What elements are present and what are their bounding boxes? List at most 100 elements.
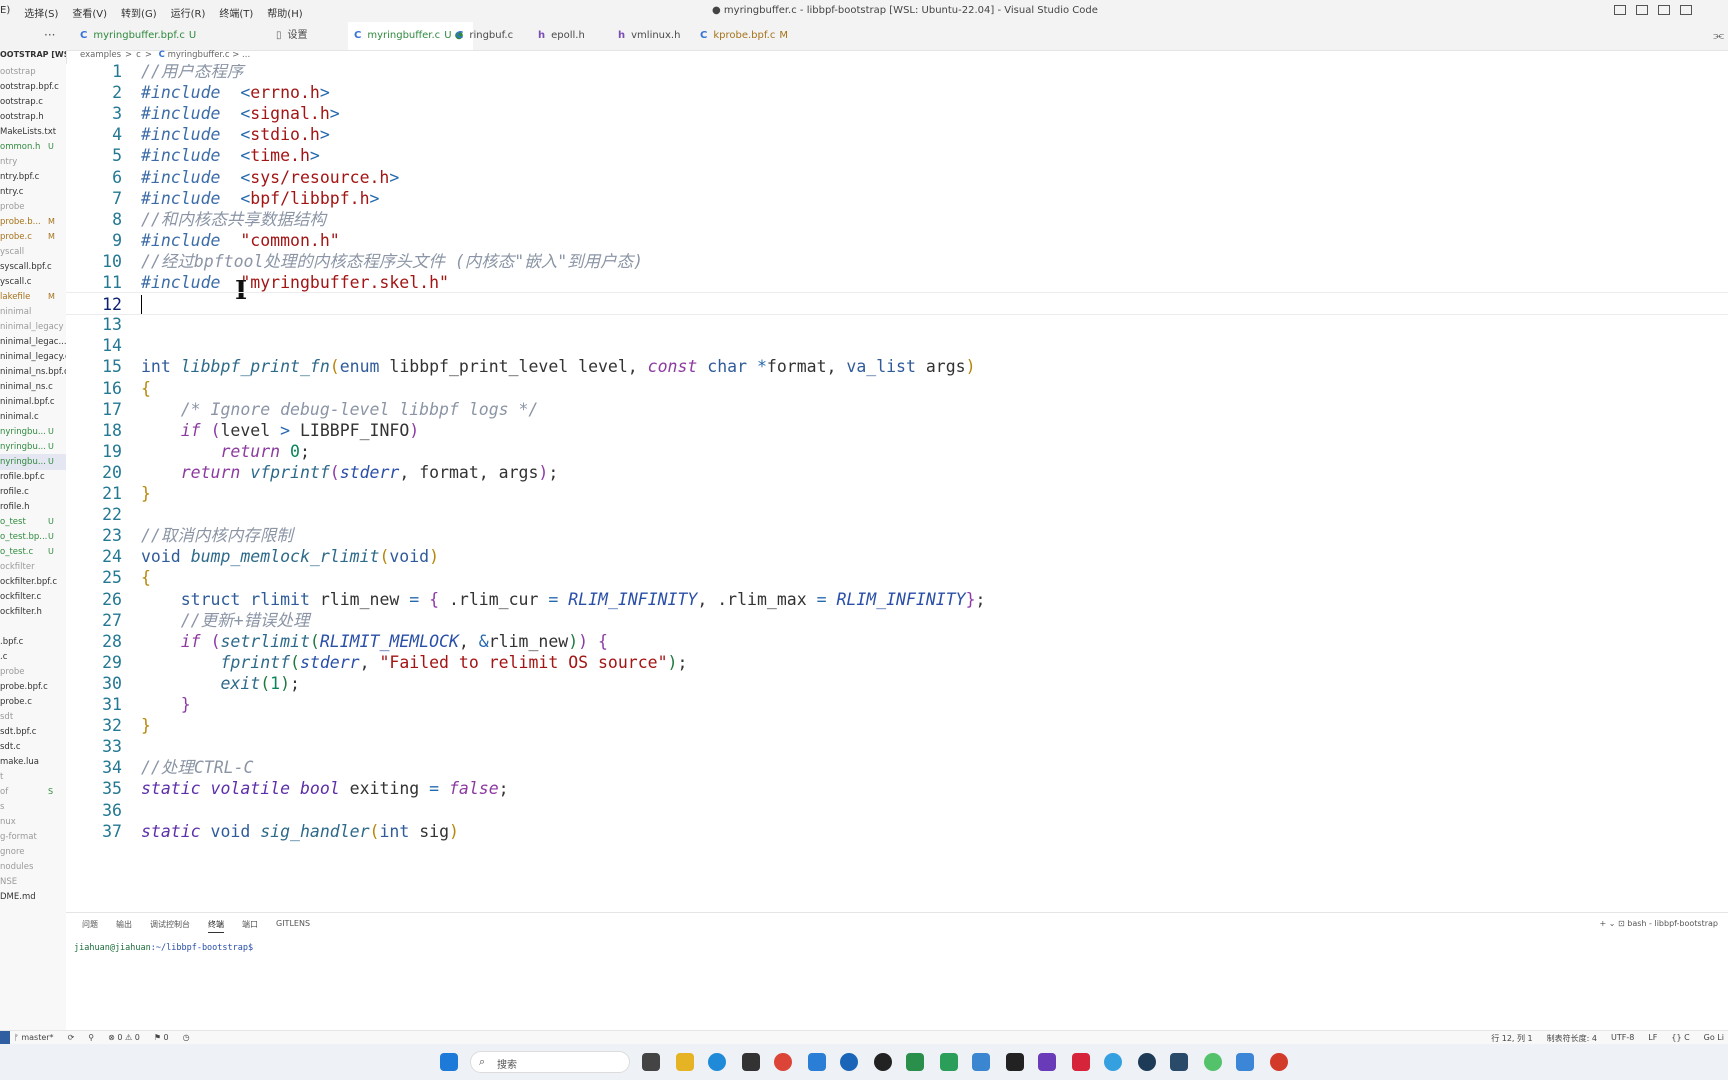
explorer-item[interactable]: g-format: [0, 829, 66, 845]
code-line[interactable]: 6 #include <sys/resource.h>: [66, 166, 1728, 189]
explorer-item[interactable]: sdt.c: [0, 739, 66, 755]
explorer-item[interactable]: ninimal: [0, 304, 66, 320]
code-line[interactable]: 5 #include <time.h>: [66, 144, 1728, 167]
explorer-item[interactable]: DME.md: [0, 889, 66, 905]
explorer-item[interactable]: lakefile M: [0, 289, 66, 305]
code-line[interactable]: 13: [66, 313, 1728, 336]
code-line[interactable]: 3 #include <signal.h>: [66, 102, 1728, 125]
code-editor[interactable]: I 1//用户态程序 2 #include <errno.h> 3 #include <…: [66, 64, 1728, 912]
explorer-item[interactable]: ockfilter.h: [0, 604, 66, 620]
explorer-item[interactable]: rofile.bpf.c: [0, 469, 66, 485]
menu-item[interactable]: 运行(R): [171, 5, 206, 20]
code-line[interactable]: 25 {: [66, 566, 1728, 589]
panel-tab[interactable]: 调试控制台: [150, 919, 190, 933]
mail-app-icon[interactable]: [1236, 1053, 1254, 1071]
explorer-item[interactable]: o_test.c U: [0, 544, 66, 560]
explorer-item[interactable]: ootstrap.bpf.c: [0, 79, 66, 95]
explorer-item[interactable]: yscall.c: [0, 274, 66, 290]
editor-tab[interactable]: Cringbuf.c: [450, 22, 527, 50]
status-item[interactable]: ◷: [183, 1033, 190, 1042]
more-actions-icon[interactable]: ···: [44, 28, 55, 42]
code-line[interactable]: 2 #include <errno.h>: [66, 81, 1728, 104]
remote-desktop-icon[interactable]: [1006, 1053, 1024, 1071]
code-line[interactable]: 22: [66, 503, 1728, 526]
vscode-icon[interactable]: [808, 1053, 826, 1071]
code-line[interactable]: 17 /* Ignore debug-level libbpf logs */: [66, 398, 1728, 421]
breadcrumb-part[interactable]: examples: [80, 50, 121, 60]
status-item[interactable]: Go Li: [1704, 1033, 1724, 1044]
explorer-item[interactable]: NSE: [0, 874, 66, 890]
status-item[interactable]: 制表符长度: 4: [1547, 1033, 1597, 1044]
status-item[interactable]: UTF-8: [1611, 1033, 1634, 1044]
code-line[interactable]: 21}: [66, 482, 1728, 505]
breadcrumb-part[interactable]: c: [136, 50, 141, 60]
explorer-item[interactable]: probe: [0, 664, 66, 680]
bird-app-icon[interactable]: [1104, 1053, 1122, 1071]
qq-icon[interactable]: [874, 1053, 892, 1071]
editor-tab[interactable]: ▯ 设置: [270, 22, 322, 50]
panel-tab[interactable]: 问题: [82, 919, 98, 933]
explorer-item[interactable]: MakeLists.txt: [0, 124, 66, 140]
app-arrow-icon[interactable]: [840, 1053, 858, 1071]
code-line[interactable]: 20 return vfprintf(stderr, format, args)…: [66, 461, 1728, 484]
code-line[interactable]: 28 if (setrlimit(RLIMIT_MEMLOCK, &rlim_n…: [66, 630, 1728, 653]
code-line[interactable]: 27 //更新+错误处理: [66, 609, 1728, 632]
code-line[interactable]: 16 {: [66, 377, 1728, 400]
explorer-item[interactable]: ninimal_legacy.c: [0, 349, 66, 365]
editor-tab[interactable]: h vmlinux.h: [612, 22, 694, 50]
breadcrumb-tail[interactable]: > ...: [232, 50, 250, 60]
code-line[interactable]: 10 //经过bpftool处理的内核态程序头文件 (内核态"嵌入"到用户态): [66, 250, 1728, 273]
customize-layout-icon[interactable]: [1680, 5, 1692, 15]
netease-music-icon[interactable]: [1072, 1053, 1090, 1071]
steam-alt-icon[interactable]: [1170, 1053, 1188, 1071]
code-line[interactable]: 8 //和内核态共享数据结构: [66, 208, 1728, 231]
code-line[interactable]: 36: [66, 799, 1728, 822]
explorer-item[interactable]: .c: [0, 649, 66, 665]
code-line[interactable]: 35 static volatile bool exiting = false;: [66, 777, 1728, 800]
status-item[interactable]: ᚠ master*: [14, 1033, 54, 1042]
code-line[interactable]: 12: [66, 292, 1728, 316]
explorer-item[interactable]: ootstrap.h: [0, 109, 66, 125]
edge-browser-icon[interactable]: [708, 1053, 726, 1071]
breadcrumb-folder[interactable]: examples > c >: [80, 50, 156, 60]
explorer-item[interactable]: syscall.bpf.c: [0, 259, 66, 275]
explorer-item[interactable]: [0, 619, 66, 635]
clion-icon[interactable]: [906, 1053, 924, 1071]
explorer-item[interactable]: ockfilter: [0, 559, 66, 575]
explorer-item[interactable]: nodules: [0, 859, 66, 875]
explorer-item[interactable]: probe.b... M: [0, 214, 66, 230]
code-line[interactable]: 37 static void sig_handler(int sig): [66, 820, 1728, 843]
code-line[interactable]: 24 void bump_memlock_rlimit(void): [66, 545, 1728, 568]
panel-tab[interactable]: GITLENS: [276, 919, 310, 933]
explorer-item[interactable]: nux: [0, 814, 66, 830]
explorer-item[interactable]: probe.c: [0, 694, 66, 710]
explorer-item[interactable]: ootstrap.c: [0, 94, 66, 110]
explorer-item[interactable]: ninimal.c: [0, 409, 66, 425]
explorer-item[interactable]: probe.bpf.c: [0, 679, 66, 695]
status-item[interactable]: {} C: [1671, 1033, 1689, 1044]
taskbar-search[interactable]: ⌕ 搜索: [470, 1051, 630, 1073]
explorer-item[interactable]: gnore: [0, 844, 66, 860]
breadcrumb-part[interactable]: >: [145, 50, 152, 60]
menu-item[interactable]: 帮助(H): [267, 5, 302, 20]
explorer-item[interactable]: probe: [0, 199, 66, 215]
wechat-icon[interactable]: [1204, 1053, 1222, 1071]
panel-tab[interactable]: 端口: [242, 919, 258, 933]
pycharm-icon[interactable]: [940, 1053, 958, 1071]
code-line[interactable]: 4 #include <stdio.h>: [66, 123, 1728, 146]
explorer-item[interactable]: ockfilter.bpf.c: [0, 574, 66, 590]
windows-start-icon[interactable]: [440, 1053, 458, 1071]
breadcrumb-part[interactable]: >: [125, 50, 132, 60]
status-item[interactable]: ⚑ 0: [154, 1033, 169, 1042]
chrome-icon[interactable]: [774, 1053, 792, 1071]
steam-icon[interactable]: [1138, 1053, 1156, 1071]
virtualbox-icon[interactable]: [972, 1053, 990, 1071]
editor-tab[interactable]: Cmyringbuffer.bpf.c U: [74, 22, 206, 50]
explorer-item[interactable]: probe.c M: [0, 229, 66, 245]
remote-indicator[interactable]: [0, 1031, 10, 1045]
status-item[interactable]: ⊗ 0 ⚠ 0: [108, 1033, 140, 1042]
code-line[interactable]: 33: [66, 735, 1728, 758]
menu-item[interactable]: 选择(S): [24, 5, 58, 20]
code-line[interactable]: 26 struct rlimit rlim_new = { .rlim_cur …: [66, 588, 1728, 611]
explorer-item[interactable]: t: [0, 769, 66, 785]
